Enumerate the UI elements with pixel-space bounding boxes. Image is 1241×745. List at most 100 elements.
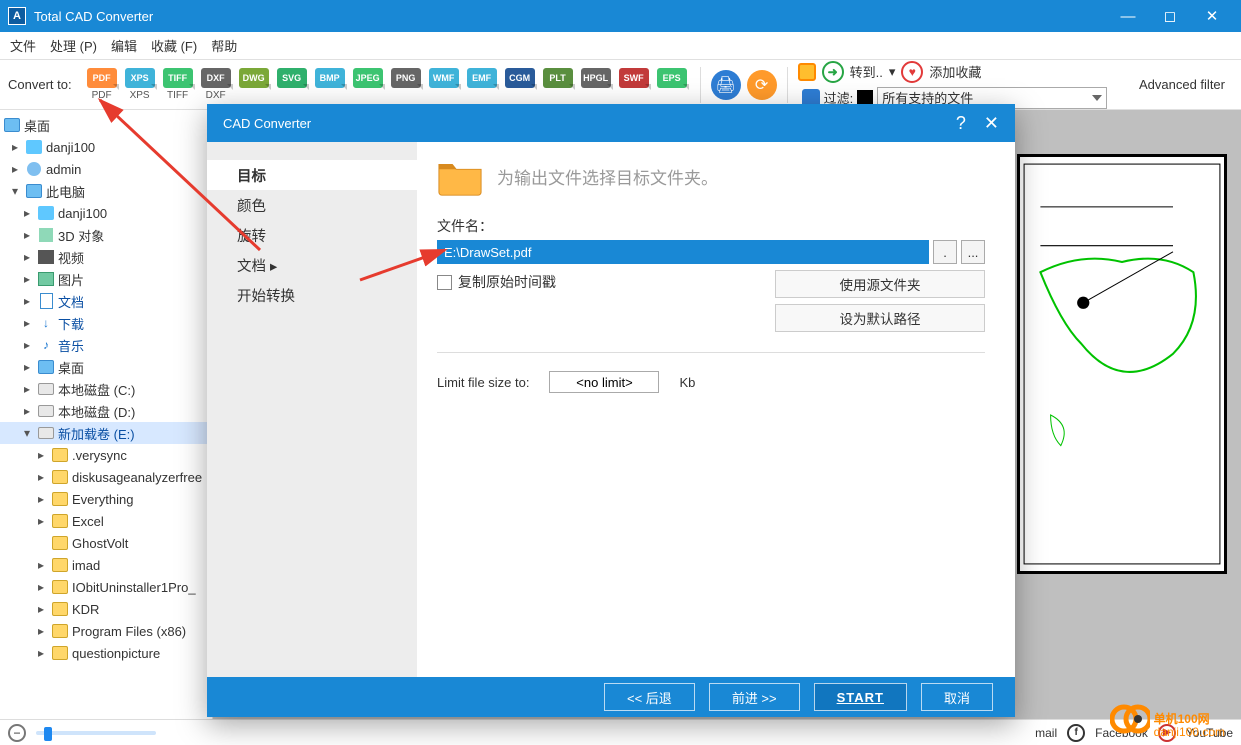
facebook-icon[interactable]: f [1067,724,1085,742]
tree-item[interactable]: ▸questionpicture [0,642,212,664]
format-jpeg-button[interactable]: JPEG [350,68,386,101]
tree-item[interactable]: ▸ Everything [0,488,212,510]
dialog-content: 为输出文件选择目标文件夹。 文件名： . ... 复制原始时间戳 使用源文件夹 … [417,142,1015,677]
format-emf-button[interactable]: EMF [464,68,500,101]
tree-item[interactable]: ▸Program Files (x86) [0,620,212,642]
tree-item-icon [52,491,68,507]
window-close-button[interactable]: ✕ [1191,2,1233,30]
format-wmf-button[interactable]: WMF [426,68,462,101]
tree-item-icon [26,183,42,199]
tree-item[interactable]: ▸3D 对象 [0,224,212,246]
dialog-nav-item[interactable]: 文档 ▸ [207,250,417,280]
zoom-slider[interactable] [36,731,156,735]
goto-dropdown-icon[interactable]: ▾ [889,64,896,80]
tree-item[interactable]: ▾此电脑 [0,180,212,202]
mail-link[interactable]: mail [1035,726,1057,740]
folder-tree[interactable]: 桌面 ▸danji100▸admin▾此电脑▸danji100▸3D 对象▸视频… [0,110,213,719]
tree-item[interactable]: ▸diskusageanalyzerfree [0,466,212,488]
menu-help[interactable]: 帮助 [211,36,237,55]
tree-item[interactable]: ▸IObitUninstaller1Pro_ [0,576,212,598]
format-hpgl-button[interactable]: HPGL [578,68,614,101]
tree-item[interactable]: GhostVolt [0,532,212,554]
use-source-folder-button[interactable]: 使用源文件夹 [775,270,985,298]
format-pdf-button[interactable]: PDFPDF [84,68,120,101]
window-minimize-button[interactable]: — [1107,2,1149,30]
filename-input[interactable] [437,240,929,264]
tree-item[interactable]: ▸图片 [0,268,212,290]
menu-process[interactable]: 处理 (P) [50,36,97,55]
tree-item[interactable]: ▸视频 [0,246,212,268]
tree-item-icon [52,645,68,661]
dialog-help-button[interactable]: ? [956,113,966,134]
filename-browse-button[interactable]: ... [961,240,985,264]
dialog-close-button[interactable]: ✕ [984,113,999,134]
format-eps-button[interactable]: EPS [654,68,690,101]
tree-root[interactable]: 桌面 [0,114,212,136]
tree-item[interactable]: ▸danji100 [0,136,212,158]
tree-item-label: Everything [72,492,133,507]
add-favorite-button[interactable]: 添加收藏 [929,62,981,81]
format-svg-button[interactable]: SVG [274,68,310,101]
tree-item[interactable]: ▸.verysync [0,444,212,466]
tree-item[interactable]: ▾新加载卷 (E:) [0,422,212,444]
separator [787,67,788,103]
tree-caret-icon: ▸ [24,228,34,242]
tree-item[interactable]: ▸KDR [0,598,212,620]
tree-item[interactable]: ▸本地磁盘 (D:) [0,400,212,422]
format-badge-icon: XPS [125,68,155,88]
tree-item[interactable]: ▸danji100 [0,202,212,224]
tree-item[interactable]: ▸本地磁盘 (C:) [0,378,212,400]
format-bmp-button[interactable]: BMP [312,68,348,101]
tree-item[interactable]: ▸imad [0,554,212,576]
tree-item[interactable]: ▸admin [0,158,212,180]
tree-item-icon [26,161,42,177]
tree-caret-icon: ▸ [24,294,34,308]
dialog-nav-item[interactable]: 目标 [207,160,417,190]
cancel-button[interactable]: 取消 [921,683,993,711]
advanced-filter-link[interactable]: Advanced filter [1139,77,1233,92]
next-button[interactable]: 前进 >> [709,683,800,711]
format-dwg-button[interactable]: DWG [236,68,272,101]
format-xps-button[interactable]: XPSXPS [122,68,158,101]
start-button[interactable]: START [814,683,907,711]
dialog-titlebar: CAD Converter ? ✕ [207,104,1015,142]
dialog-nav-item[interactable]: 颜色 [207,190,417,220]
format-plt-button[interactable]: PLT [540,68,576,101]
tree-item[interactable]: ▸Excel [0,510,212,532]
tree-item-label: danji100 [58,206,107,221]
filename-dot-button[interactable]: . [933,240,957,264]
print-button[interactable]: 🖨 [711,70,741,100]
dialog-nav-item[interactable]: 开始转换 [207,280,417,310]
limit-label: Limit file size to: [437,375,529,390]
refresh-button[interactable]: ⟳ [747,70,777,100]
format-png-button[interactable]: PNG [388,68,424,101]
tree-item-icon [38,293,54,309]
format-tiff-button[interactable]: TIFFTIFF [160,68,196,101]
goto-button[interactable]: 转到.. [850,62,883,81]
format-badge-icon: DXF [201,68,231,88]
tree-caret-icon: ▸ [38,470,48,484]
tree-item[interactable]: ▸↓下载 [0,312,212,334]
menu-fav[interactable]: 收藏 (F) [151,36,197,55]
menu-file[interactable]: 文件 [10,36,36,55]
tree-caret-icon: ▸ [38,492,48,506]
format-cgm-button[interactable]: CGM [502,68,538,101]
tree-item-icon [26,139,42,155]
menu-edit[interactable]: 编辑 [111,36,137,55]
tree-item-icon [52,557,68,573]
tree-item[interactable]: ▸♪音乐 [0,334,212,356]
tree-item[interactable]: ▸桌面 [0,356,212,378]
format-badge-icon: SVG [277,68,307,88]
dialog-nav-item[interactable]: 旋转 [207,220,417,250]
back-button[interactable]: << 后退 [604,683,695,711]
tree-item[interactable]: ▸文档 [0,290,212,312]
zoom-out-button[interactable]: − [8,724,26,742]
limit-filesize-input[interactable] [549,371,659,393]
copy-timestamp-checkbox[interactable] [437,275,452,290]
format-dxf-button[interactable]: DXFDXF [198,68,234,101]
set-default-path-button[interactable]: 设为默认路径 [775,304,985,332]
tree-item-icon [38,249,54,265]
format-badge-icon: DWG [239,68,269,88]
format-swf-button[interactable]: SWF [616,68,652,101]
window-maximize-button[interactable]: ◻ [1149,2,1191,30]
